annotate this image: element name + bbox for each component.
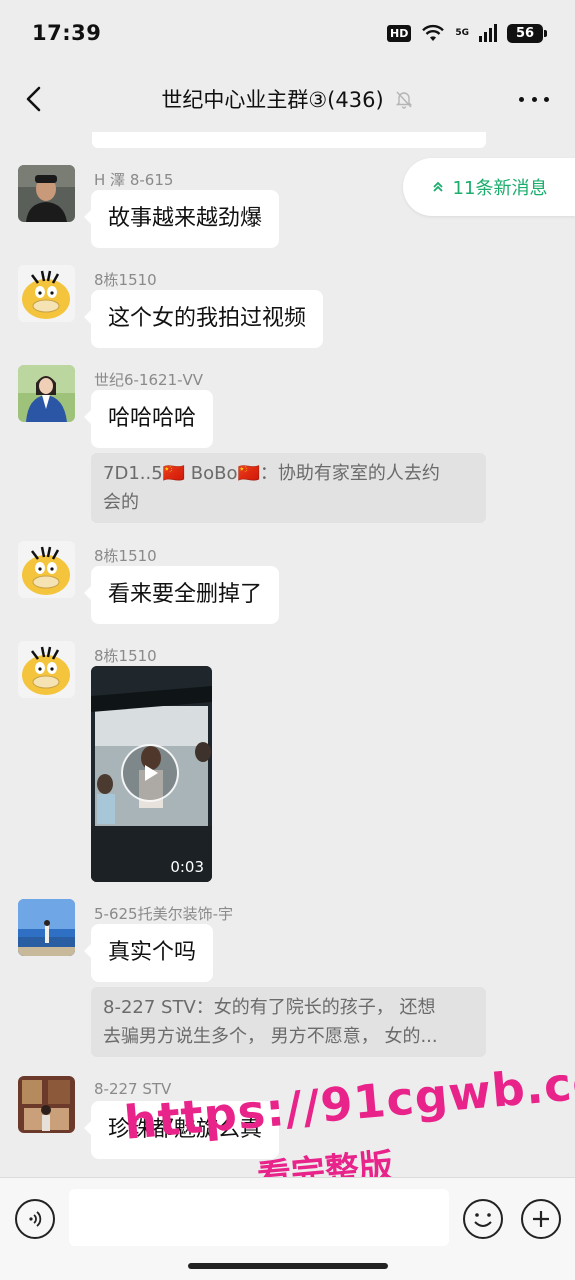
new-messages-button[interactable]: 11条新消息 [403,158,575,216]
message-bubble[interactable]: 看来要全删掉了 [83,566,280,624]
sender-name: H 澤 8-615 [94,171,174,189]
quote-line: 7D1..5🇨🇳 BoBo🇨🇳：协助有家室的人去约 [103,463,440,484]
input-bar [0,1177,575,1280]
sender-name: 5-625托美尔装饰-宇 [94,905,233,923]
more-options-button[interactable] [519,88,549,110]
sender-name: 世纪6-1621-VV [94,371,204,389]
wifi-icon [422,24,445,41]
sender-name: 8栋1510 [94,271,157,289]
chevron-left-icon [26,86,41,112]
status-bar: 17:39 HD 5G 56 [0,0,575,66]
sender-name: 8栋1510 [94,647,157,665]
avatar[interactable] [18,265,75,322]
emoji-icon [474,1213,492,1227]
voice-icon [29,1211,42,1227]
hd-badge: HD [387,24,412,42]
battery-level: 56 [515,25,535,41]
video-message[interactable]: 0:03 [91,666,212,882]
sender-name: 8栋1510 [94,547,157,565]
nav-bar: 世纪中心业主群③(436) [0,66,575,132]
quote-line: 去骗男方说生多个， 男方不愿意， 女的... [103,1026,438,1047]
avatar[interactable] [18,899,75,956]
voice-button[interactable] [15,1199,55,1239]
double-chevron-up-icon [432,181,443,192]
emoji-button[interactable] [463,1199,503,1239]
plus-icon [533,1211,549,1227]
play-button[interactable] [121,744,179,802]
chat-title-container: 世纪中心业主群③(436) [161,84,413,114]
avatar[interactable] [18,1076,75,1133]
network-label: 5G [455,27,469,38]
bell-off-icon [395,91,412,109]
battery-icon: 56 [507,23,547,43]
avatar[interactable] [18,365,75,422]
previous-message-bubble [92,132,486,148]
message-input[interactable] [69,1189,449,1246]
back-button[interactable] [20,84,50,114]
quote-line: 8-227 STV：女的有了院长的孩子， 还想 [103,997,436,1018]
avatar[interactable] [18,165,75,222]
message-bubble[interactable]: 真实个吗 [83,924,214,982]
video-duration: 0:03 [170,858,204,876]
more-dots-icon [519,96,524,102]
home-indicator[interactable] [188,1263,388,1269]
status-time: 17:39 [32,21,102,45]
play-icon [145,765,158,781]
message-bubble[interactable]: 故事越来越劲爆 [83,190,280,248]
chat-message-list[interactable]: H 澤 8-615 故事越来越劲爆 11条新消息 8栋1510 这个女的我拍过视… [0,132,575,1177]
new-messages-label: 11条新消息 [452,178,548,199]
quoted-message[interactable]: 7D1..5🇨🇳 BoBo🇨🇳：协助有家室的人去约 会的 [91,453,486,523]
avatar[interactable] [18,541,75,598]
signal-icon [479,24,497,42]
quote-line: 会的 [103,492,139,513]
message-bubble[interactable]: 哈哈哈哈 [83,390,214,448]
message-bubble[interactable]: 这个女的我拍过视频 [83,290,324,348]
chat-title: 世纪中心业主群③(436) [161,88,384,112]
plus-button[interactable] [521,1199,561,1239]
avatar[interactable] [18,641,75,698]
status-icons: HD 5G 56 [387,23,547,43]
quoted-message[interactable]: 8-227 STV：女的有了院长的孩子， 还想 去骗男方说生多个， 男方不愿意，… [91,987,486,1057]
